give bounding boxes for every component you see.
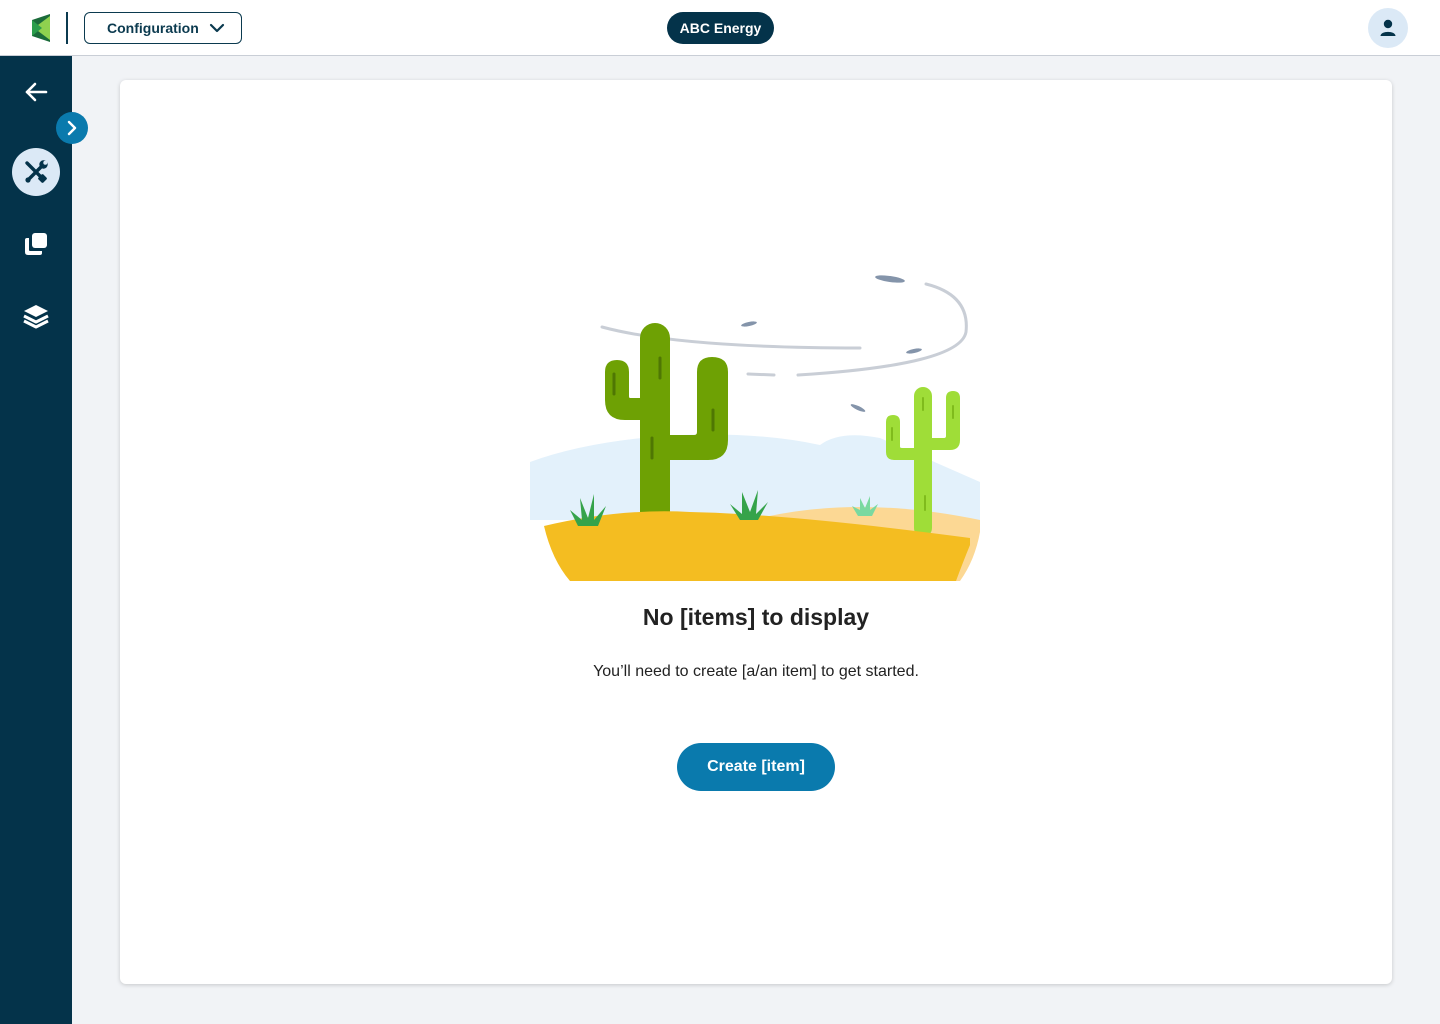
top-bar: Configuration ABC Energy [0,0,1440,56]
chevron-right-icon [67,120,77,136]
logo-divider [66,12,68,44]
user-avatar-button[interactable] [1368,8,1408,48]
sidebar-item-layers[interactable] [12,292,60,340]
sidebar-item-configuration[interactable] [12,148,60,196]
app-logo[interactable] [32,14,50,42]
user-icon [1380,19,1396,36]
tenant-name: ABC Energy [679,20,762,36]
chevron-down-icon [209,23,225,33]
back-button[interactable] [12,68,60,116]
create-item-button[interactable]: Create [item] [677,743,835,791]
desert-illustration [530,275,980,581]
sidebar [0,56,72,1024]
context-select-value: Configuration [107,20,199,36]
arrow-left-icon [25,82,48,102]
main-card: No [items] to display You’ll need to cre… [120,80,1392,984]
copy-icon [25,233,47,255]
sidebar-item-copies[interactable] [12,220,60,268]
layers-icon [23,305,49,329]
tenant-badge[interactable]: ABC Energy [667,12,774,44]
empty-state-description: You’ll need to create [a/an item] to get… [593,663,919,680]
tools-icon [25,160,48,183]
empty-state-title: No [items] to display [642,604,870,630]
context-select[interactable]: Configuration [84,12,242,44]
expand-sidebar-button[interactable] [56,112,88,144]
